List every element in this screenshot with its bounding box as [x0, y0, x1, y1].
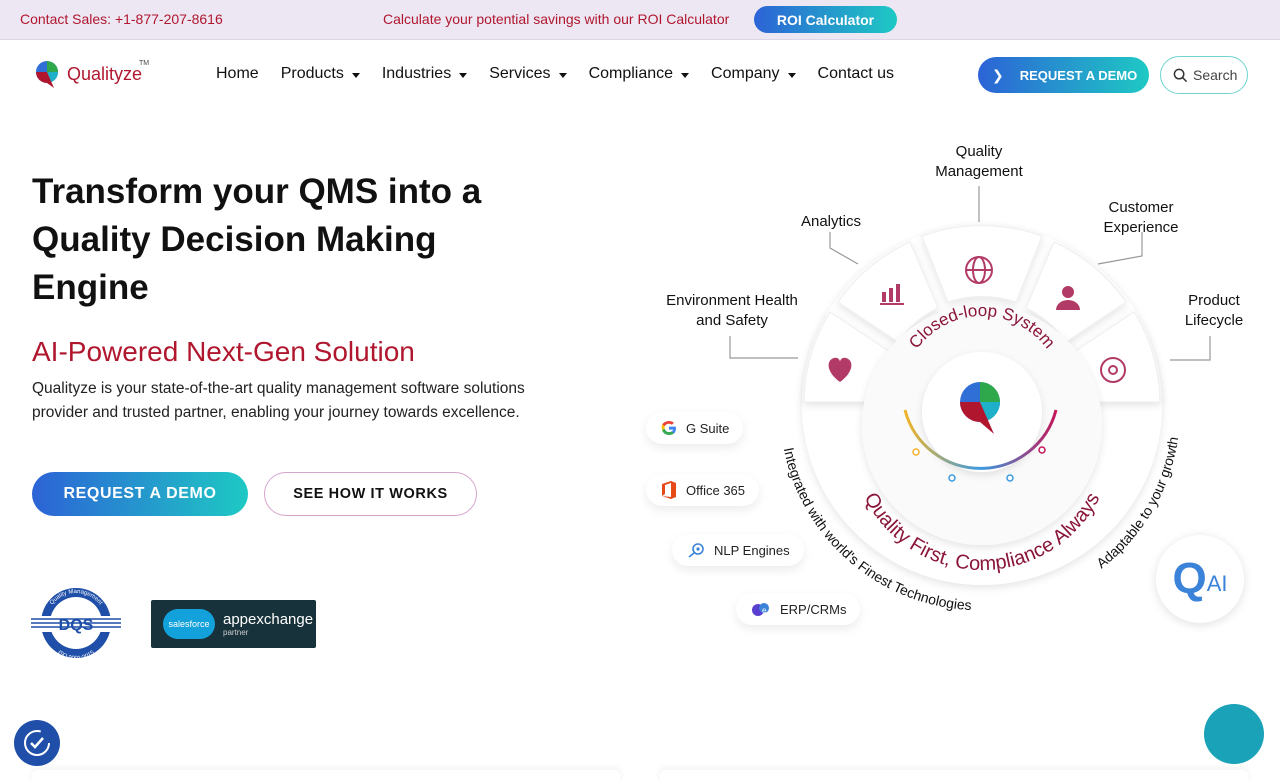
- roi-promo-text: Calculate your potential savings with ou…: [383, 11, 730, 27]
- qai-assistant-button[interactable]: Q AI: [1156, 535, 1244, 623]
- nav-home[interactable]: Home: [216, 65, 259, 83]
- search-icon: [1173, 68, 1188, 82]
- announcement-bar: Contact Sales: +1-877-207-8616 Calculate…: [0, 0, 1280, 40]
- integration-nlp-engines: NLP Engines: [672, 534, 804, 566]
- chevron-down-icon: [351, 72, 360, 78]
- chevron-right-icon: ❯: [992, 66, 1004, 83]
- chevron-down-icon: [558, 72, 567, 78]
- label-quality-management: Quality Management: [935, 143, 1023, 180]
- feature-card-preview: [660, 770, 1248, 780]
- logo-wordmark: Qualityze TM: [67, 59, 150, 84]
- contact-sales-phone[interactable]: Contact Sales: +1-877-207-8616: [20, 11, 223, 27]
- chat-widget-button[interactable]: [1204, 704, 1264, 764]
- partner-label: partner: [223, 627, 249, 637]
- nlp-search-icon: [686, 542, 706, 558]
- main-navigation: Home Products Industries Services Compli…: [216, 65, 916, 83]
- integration-erp-crms: e ERP/CRMs: [736, 593, 861, 625]
- chevron-down-icon: [787, 72, 796, 78]
- chevron-down-icon: [681, 72, 690, 78]
- qai-ai-glyph: AI: [1206, 571, 1228, 596]
- accessibility-check-icon: [24, 730, 50, 756]
- google-g-icon: [660, 419, 678, 437]
- site-header: Qualityze TM Home Products Industries Ser…: [0, 40, 1280, 110]
- chevron-down-icon: [459, 72, 468, 78]
- hero-description: Qualityze is your state-of-the-art quali…: [32, 380, 525, 421]
- qai-q-glyph: Q: [1172, 554, 1207, 603]
- integration-office-365: Office 365: [646, 474, 760, 506]
- nav-company[interactable]: Company: [711, 65, 796, 83]
- iso-certification-badge: Quality Management DQS ISO 9001:2015: [31, 588, 121, 660]
- office-365-icon: [660, 480, 678, 500]
- nav-industries[interactable]: Industries: [382, 65, 468, 83]
- iso-badge-mark: DQS: [59, 617, 94, 634]
- qualityze-logo[interactable]: Qualityze TM: [32, 59, 150, 89]
- label-customer-experience: Customer Experience: [1103, 199, 1179, 236]
- hero-subtitle: AI-Powered Next-Gen Solution: [32, 336, 415, 367]
- search-button[interactable]: Search: [1160, 56, 1248, 94]
- label-environment-health-safety: Environment Health and Safety: [666, 292, 798, 329]
- salesforce-appexchange-badge[interactable]: salesforce appexchange partner: [151, 600, 316, 648]
- nav-compliance[interactable]: Compliance: [589, 65, 690, 83]
- qualityze-logo-icon: [36, 61, 58, 88]
- nav-products[interactable]: Products: [281, 65, 360, 83]
- salesforce-cloud-logo: salesforce: [163, 609, 215, 639]
- appexchange-label: appexchange: [223, 610, 314, 628]
- label-product-lifecycle: Product Lifecycle: [1184, 292, 1244, 329]
- see-how-it-works-button[interactable]: SEE HOW IT WORKS: [264, 472, 477, 516]
- svg-text:e: e: [762, 606, 767, 615]
- hero-request-demo-button[interactable]: REQUEST A DEMO: [32, 472, 248, 516]
- feature-card-preview: [32, 770, 620, 780]
- label-analytics: Analytics: [800, 213, 862, 230]
- nav-services[interactable]: Services: [489, 65, 567, 83]
- erp-cloud-icon: e: [750, 601, 772, 617]
- integration-g-suite: G Suite: [646, 412, 744, 444]
- accessibility-button[interactable]: [14, 720, 60, 766]
- header-request-demo-button[interactable]: ❯ REQUEST A DEMO: [978, 57, 1149, 93]
- nav-contact-us[interactable]: Contact us: [818, 65, 894, 83]
- roi-calculator-button[interactable]: ROI Calculator: [754, 6, 897, 33]
- hero-title: Transform your QMS into a Quality Decisi…: [32, 172, 482, 307]
